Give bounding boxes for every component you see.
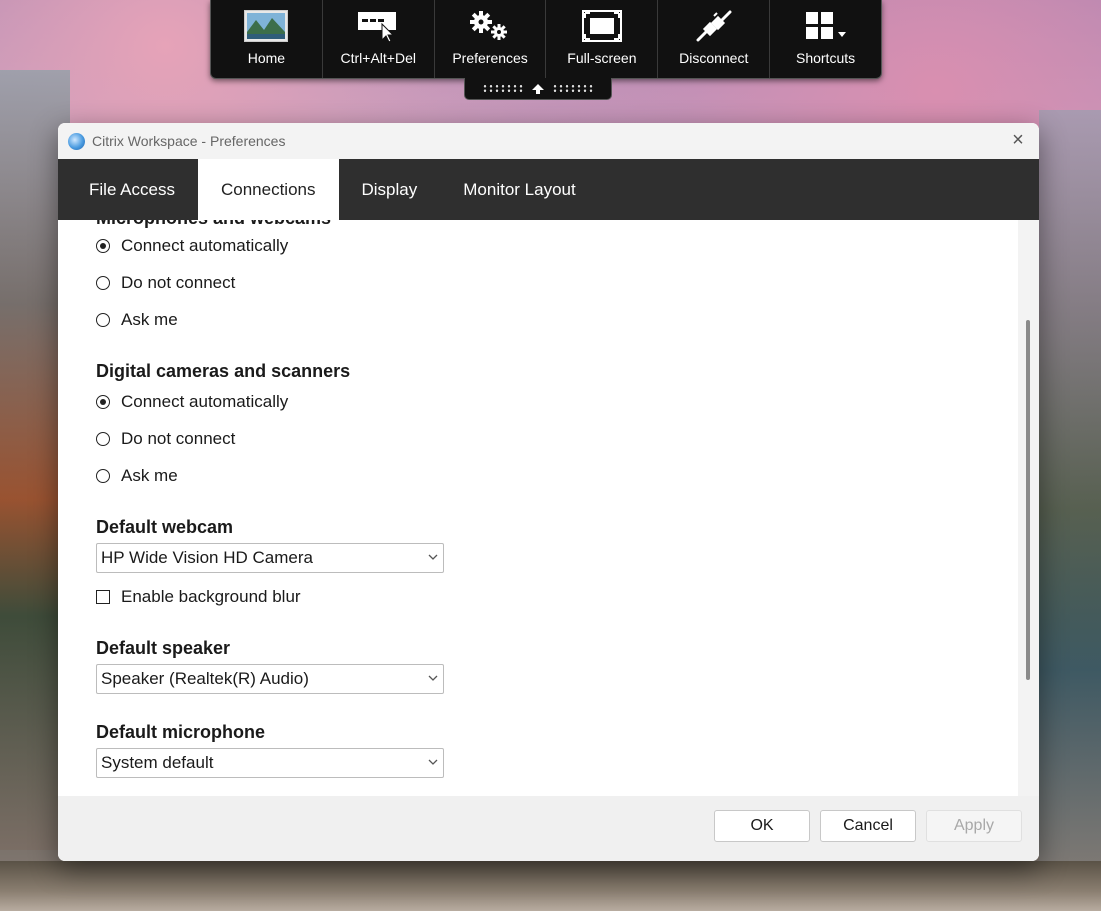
tab-bar: File Access Connections Display Monitor …	[58, 159, 1039, 220]
toolbar-preferences-button[interactable]: Preferences	[435, 0, 547, 78]
radio-button[interactable]	[96, 276, 110, 290]
vertical-scrollbar[interactable]	[1018, 220, 1039, 796]
toolbar-fullscreen-button[interactable]: Full-screen	[546, 0, 659, 78]
ctrl-alt-del-icon	[358, 9, 398, 43]
shortcuts-grid-icon	[804, 9, 848, 43]
radio-label: Ask me	[121, 466, 178, 485]
toolbar-ctrl-alt-del-label: Ctrl+Alt+Del	[340, 50, 416, 66]
toolbar-home-button[interactable]: Home	[211, 0, 323, 78]
radio-label: Connect automatically	[121, 392, 289, 411]
toolbar-shortcuts-button[interactable]: Shortcuts	[770, 0, 881, 78]
microphone-title: Default microphone	[96, 722, 266, 742]
radio-label: Do not connect	[121, 273, 236, 292]
toolbar-drag-handle[interactable]	[464, 78, 612, 100]
window-title: Citrix Workspace - Preferences	[92, 133, 286, 149]
ok-button[interactable]: OK	[714, 810, 810, 842]
tab-monitor-layout[interactable]: Monitor Layout	[440, 159, 598, 220]
webcam-select-value: HP Wide Vision HD Camera	[101, 548, 313, 567]
toolbar-home-label: Home	[247, 50, 286, 66]
radio-button[interactable]	[96, 239, 110, 253]
blur-checkbox-row[interactable]: Enable background blur	[96, 587, 301, 607]
mic-option-do-not-connect[interactable]: Do not connect	[96, 273, 235, 293]
camera-option-do-not-connect[interactable]: Do not connect	[96, 429, 235, 449]
radio-label: Ask me	[121, 310, 178, 329]
mic-option-connect[interactable]: Connect automatically	[96, 236, 288, 256]
arrow-up-icon	[532, 83, 544, 94]
mic-option-ask-me[interactable]: Ask me	[96, 310, 178, 330]
radio-button[interactable]	[96, 395, 110, 409]
background-mountain-right	[1039, 110, 1101, 910]
camera-option-ask-me[interactable]: Ask me	[96, 466, 178, 486]
toolbar-shortcuts-label: Shortcuts	[795, 50, 856, 66]
handle-dots-right	[552, 84, 594, 93]
chevron-down-icon	[427, 673, 439, 683]
tab-connections[interactable]: Connections	[197, 159, 339, 220]
speaker-select-value: Speaker (Realtek(R) Audio)	[101, 669, 309, 688]
radio-button[interactable]	[96, 469, 110, 483]
speaker-title: Default speaker	[96, 638, 231, 658]
webcam-select[interactable]: HP Wide Vision HD Camera	[96, 543, 444, 573]
scrollbar-thumb[interactable]	[1026, 320, 1030, 680]
toolbar-ctrl-alt-del-button[interactable]: Ctrl+Alt+Del	[323, 0, 435, 78]
toolbar-preferences-label: Preferences	[452, 50, 528, 66]
camera-section-title: Digital cameras and scanners	[96, 361, 351, 381]
handle-dots-left	[482, 84, 524, 93]
toolbar-disconnect-label: Disconnect	[679, 50, 749, 66]
background-ground	[0, 861, 1101, 911]
connections-panel: Microphones and webcams Connect automati…	[58, 220, 1018, 796]
radio-label: Connect automatically	[121, 236, 289, 255]
radio-label: Do not connect	[121, 429, 236, 448]
toolbar-fullscreen-label: Full-screen	[567, 50, 637, 66]
speaker-select[interactable]: Speaker (Realtek(R) Audio)	[96, 664, 444, 694]
cancel-button[interactable]: Cancel	[820, 810, 916, 842]
home-icon	[244, 9, 289, 43]
webcam-title: Default webcam	[96, 517, 234, 537]
chevron-down-icon	[427, 552, 439, 562]
radio-button[interactable]	[96, 432, 110, 446]
tab-display[interactable]: Display	[339, 159, 441, 220]
microphone-select[interactable]: System default	[96, 748, 444, 778]
close-icon[interactable]: ×	[1009, 130, 1027, 150]
apply-button[interactable]: Apply	[926, 810, 1022, 842]
tab-file-access[interactable]: File Access	[58, 159, 198, 220]
radio-button[interactable]	[96, 313, 110, 327]
citrix-logo-icon	[68, 132, 85, 150]
camera-option-connect[interactable]: Connect automatically	[96, 392, 288, 412]
dialog-footer: OK Cancel Apply	[58, 796, 1039, 861]
toolbar-disconnect-button[interactable]: Disconnect	[658, 0, 771, 78]
blur-checkbox[interactable]	[96, 590, 110, 604]
gears-icon	[469, 9, 511, 43]
title-bar: Citrix Workspace - Preferences ×	[58, 123, 1039, 159]
fullscreen-icon	[581, 9, 622, 43]
mic-section-title: Microphones and webcams	[96, 220, 331, 229]
microphone-select-value: System default	[101, 753, 214, 772]
blur-label: Enable background blur	[121, 587, 301, 606]
disconnect-plug-icon	[694, 9, 734, 43]
preferences-window: Citrix Workspace - Preferences × File Ac…	[58, 123, 1039, 861]
chevron-down-icon	[427, 757, 439, 767]
citrix-toolbar: Home Ctrl+Alt+Del Preferences Full-scree…	[210, 0, 882, 79]
